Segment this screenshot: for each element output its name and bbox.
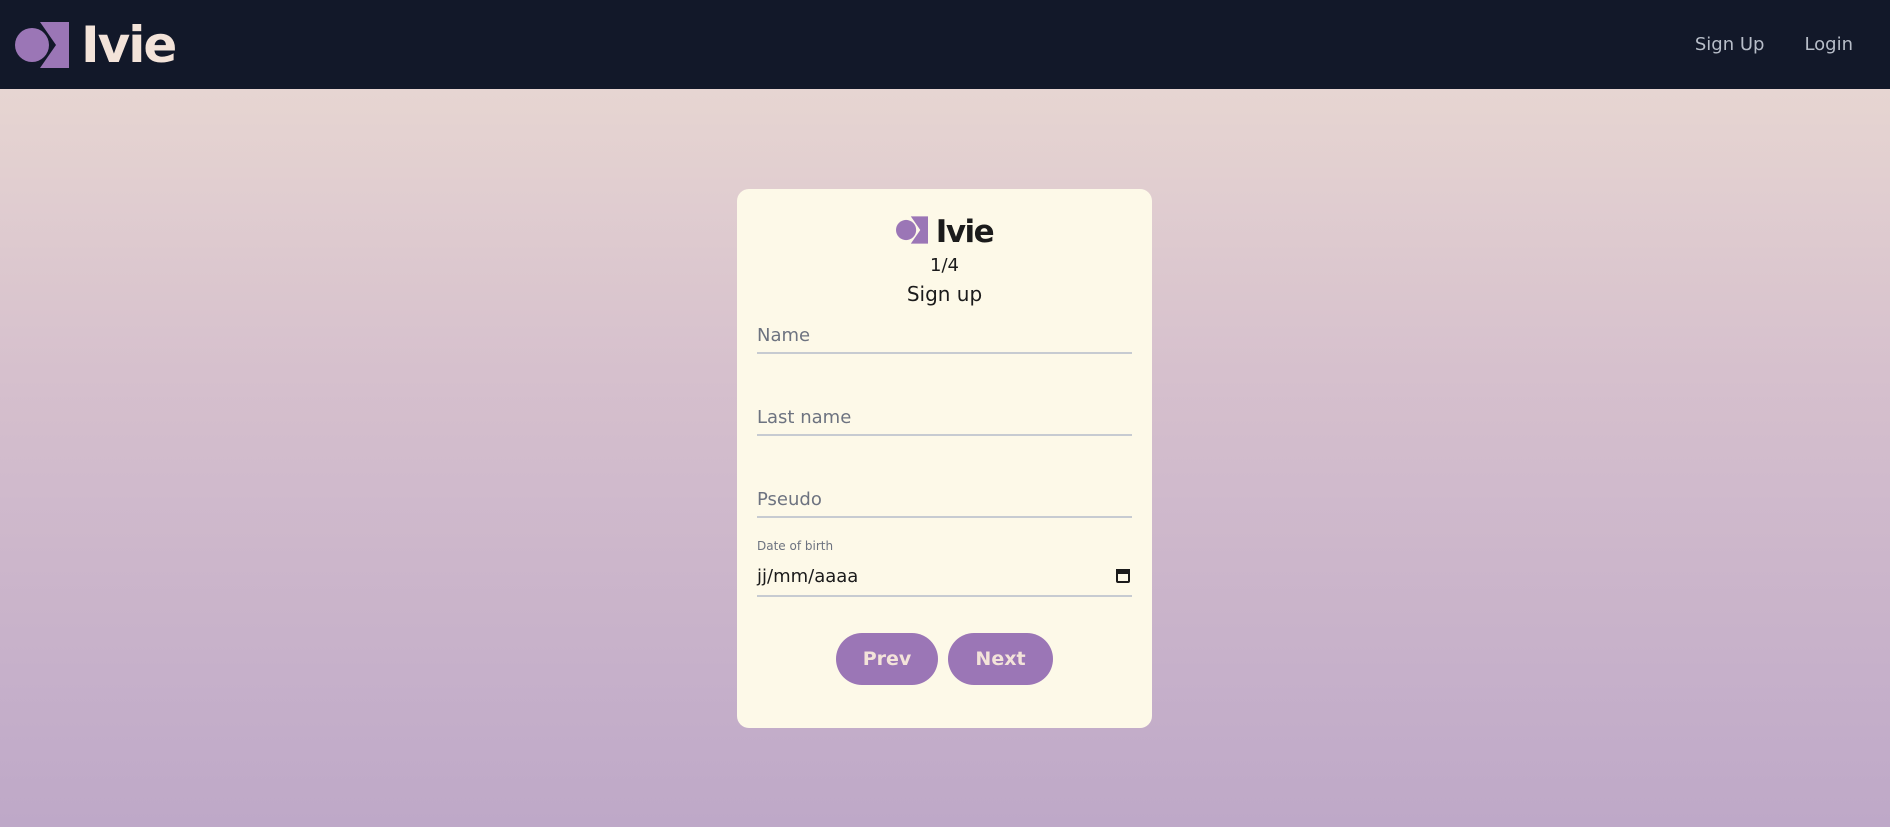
form-title: Sign up [906, 282, 983, 306]
nav-login-link[interactable]: Login [1804, 34, 1853, 55]
prev-button[interactable]: Prev [836, 633, 938, 685]
pseudo-field [757, 482, 1132, 518]
date-of-birth-input[interactable]: jj/mm/aaaa [757, 557, 1132, 597]
main-nav: Sign Up Login [1695, 34, 1875, 55]
calendar-icon[interactable] [1116, 569, 1130, 583]
form-buttons: Prev Next [757, 633, 1132, 685]
signup-card: Ivie 1/4 Sign up Date of birth jj/mm/aaa… [737, 189, 1152, 728]
last-name-input[interactable] [757, 400, 1132, 434]
name-input[interactable] [757, 318, 1132, 352]
top-navbar: Ivie Sign Up Login [0, 0, 1890, 89]
step-indicator: 1/4 [930, 255, 959, 276]
card-brand-logo: Ivie [757, 213, 1132, 250]
name-field [757, 318, 1132, 354]
pseudo-input[interactable] [757, 482, 1132, 516]
card-brand-name: Ivie [935, 213, 995, 250]
logo-icon [15, 21, 69, 68]
nav-sign-up-link[interactable]: Sign Up [1695, 34, 1765, 55]
logo-icon [895, 216, 928, 248]
brand-name: Ivie [81, 15, 177, 74]
brand-logo[interactable]: Ivie [15, 15, 177, 74]
last-name-field [757, 400, 1132, 436]
date-of-birth-value[interactable]: jj/mm/aaaa [757, 566, 858, 587]
next-button[interactable]: Next [948, 633, 1053, 685]
date-of-birth-label: Date of birth [757, 539, 834, 553]
